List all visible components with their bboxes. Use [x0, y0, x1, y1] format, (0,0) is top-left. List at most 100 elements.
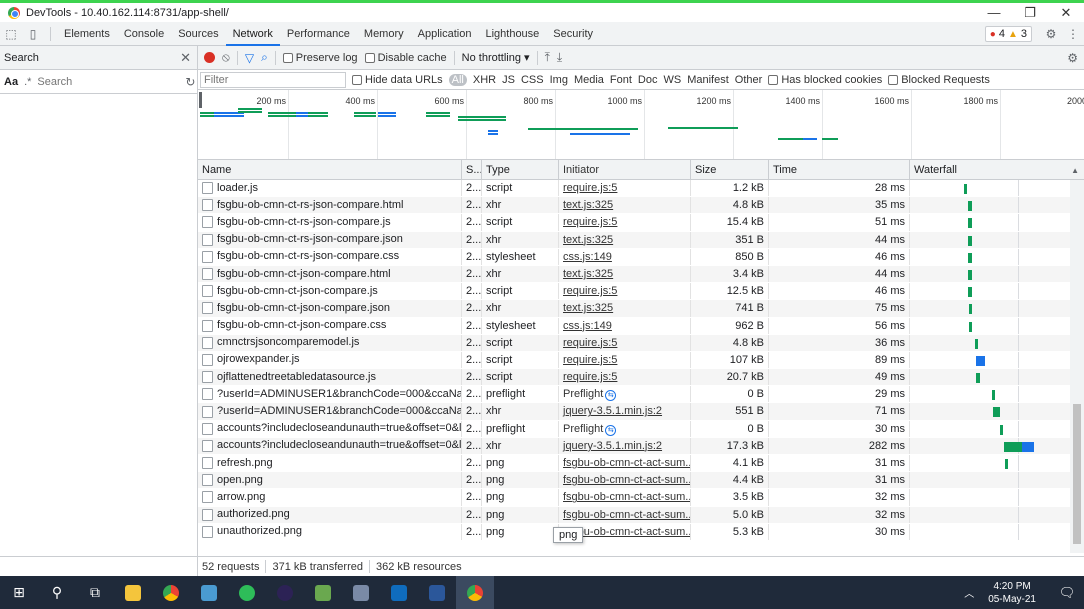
- regex-toggle[interactable]: .*: [24, 76, 31, 88]
- request-name-cell[interactable]: refresh.png: [198, 455, 462, 472]
- hide-data-urls-checkbox[interactable]: Hide data URLs: [352, 74, 443, 86]
- tab-sources[interactable]: Sources: [171, 22, 225, 46]
- filter-input[interactable]: [200, 71, 346, 88]
- request-name-cell[interactable]: fsgbu-ob-cmn-ct-rs-json-compare.json: [198, 231, 462, 248]
- column-status[interactable]: S...: [462, 160, 482, 179]
- column-initiator[interactable]: Initiator: [559, 160, 691, 179]
- table-row[interactable]: open.png 2... png fsgbu-ob-cmn-ct-act-sum..…: [198, 472, 1084, 490]
- tab-network[interactable]: Network: [225, 22, 280, 46]
- table-row[interactable]: fsgbu-ob-cmn-ct-json-compare.css 2... styl…: [198, 317, 1084, 335]
- maximize-button[interactable]: ❐: [1012, 3, 1048, 22]
- app-icon[interactable]: [342, 576, 380, 609]
- tab-lighthouse[interactable]: Lighthouse: [478, 22, 546, 46]
- initiator-link[interactable]: require.js:5: [563, 285, 617, 297]
- request-name-cell[interactable]: fsgbu-ob-cmn-ct-json-compare.html: [198, 265, 462, 283]
- match-case-toggle[interactable]: Aa: [4, 76, 18, 88]
- eclipse-icon[interactable]: [266, 576, 304, 609]
- column-waterfall[interactable]: Waterfall: [910, 160, 1080, 179]
- request-name-cell[interactable]: fsgbu-ob-cmn-ct-json-compare.js: [198, 283, 462, 300]
- initiator-link[interactable]: require.js:5: [563, 216, 617, 228]
- throttling-select[interactable]: No throttling ▾: [462, 51, 530, 64]
- table-row[interactable]: loader.js 2... script require.js:5 1.2 kB 28 …: [198, 180, 1084, 198]
- request-initiator[interactable]: text.js:325: [559, 300, 691, 317]
- request-initiator[interactable]: require.js:5: [559, 214, 691, 231]
- request-name-cell[interactable]: fsgbu-ob-cmn-ct-json-compare.json: [198, 300, 462, 317]
- request-initiator[interactable]: Preflight ⇆: [559, 386, 691, 403]
- request-name-cell[interactable]: accounts?includecloseandunauth=true&offs…: [198, 420, 462, 437]
- search-icon[interactable]: ⚲: [38, 576, 76, 609]
- preflight-icon[interactable]: ⇆: [605, 424, 617, 436]
- table-row[interactable]: ?userId=ADMINUSER1&branchCode=000&ccaNam…: [198, 403, 1084, 421]
- initiator-link[interactable]: Preflight: [563, 388, 603, 400]
- outlook-icon[interactable]: [380, 576, 418, 609]
- request-name-cell[interactable]: fsgbu-ob-cmn-ct-rs-json-compare.js: [198, 214, 462, 231]
- initiator-link[interactable]: fsgbu-ob-cmn-ct-act-sum...: [563, 491, 690, 503]
- initiator-link[interactable]: jquery-3.5.1.min.js:2: [563, 405, 662, 417]
- table-row[interactable]: accounts?includecloseandunauth=true&offs…: [198, 437, 1084, 455]
- request-initiator[interactable]: jquery-3.5.1.min.js:2: [559, 403, 691, 420]
- request-name-cell[interactable]: ?userId=ADMINUSER1&branchCode=000&ccaNam…: [198, 386, 462, 403]
- windows-start-icon[interactable]: ⊞: [0, 576, 38, 609]
- request-initiator[interactable]: require.js:5: [559, 369, 691, 386]
- refresh-icon[interactable]: ↻: [185, 75, 195, 89]
- request-initiator[interactable]: require.js:5: [559, 334, 691, 351]
- request-name-cell[interactable]: arrow.png: [198, 489, 462, 506]
- initiator-link[interactable]: require.js:5: [563, 182, 617, 194]
- request-initiator[interactable]: text.js:325: [559, 197, 691, 214]
- device-toolbar-icon[interactable]: ▯: [22, 27, 44, 41]
- filter-type-media[interactable]: Media: [574, 74, 604, 86]
- request-initiator[interactable]: require.js:5: [559, 283, 691, 300]
- search-icon[interactable]: ⌕: [261, 50, 268, 65]
- app-icon[interactable]: [190, 576, 228, 609]
- request-name-cell[interactable]: accounts?includecloseandunauth=true&offs…: [198, 437, 462, 454]
- notification-icon[interactable]: 🗨: [1050, 585, 1084, 601]
- request-name-cell[interactable]: loader.js: [198, 180, 462, 197]
- table-row[interactable]: fsgbu-ob-cmn-ct-rs-json-compare.html 2...…: [198, 197, 1084, 215]
- app-icon[interactable]: [228, 576, 266, 609]
- initiator-link[interactable]: text.js:325: [563, 302, 613, 314]
- table-row[interactable]: fsgbu-ob-cmn-ct-rs-json-compare.json 2...…: [198, 231, 1084, 249]
- initiator-link[interactable]: require.js:5: [563, 354, 617, 366]
- table-row[interactable]: arrow.png 2... png fsgbu-ob-cmn-ct-act-sum.…: [198, 489, 1084, 507]
- table-row[interactable]: fsgbu-ob-cmn-ct-rs-json-compare.js 2... sc…: [198, 214, 1084, 232]
- table-row[interactable]: unauthorized.png 2... png fsgbu-ob-cmn-ct-a…: [198, 523, 1084, 541]
- scrollbar-thumb[interactable]: [1073, 404, 1081, 544]
- column-size[interactable]: Size: [691, 160, 769, 179]
- table-row[interactable]: fsgbu-ob-cmn-ct-json-compare.html 2... xhr…: [198, 265, 1084, 284]
- filter-type-all[interactable]: All: [448, 73, 467, 86]
- request-initiator[interactable]: require.js:5: [559, 180, 691, 197]
- request-initiator[interactable]: fsgbu-ob-cmn-ct-act-sum...: [559, 506, 691, 523]
- close-icon[interactable]: ✕: [180, 50, 191, 66]
- filter-icon[interactable]: ▽: [245, 51, 254, 65]
- initiator-link[interactable]: fsgbu-ob-cmn-ct-act-sum...: [563, 509, 690, 521]
- request-name-cell[interactable]: unauthorized.png: [198, 523, 462, 540]
- request-initiator[interactable]: fsgbu-ob-cmn-ct-act-sum...: [559, 455, 691, 472]
- tab-elements[interactable]: Elements: [57, 22, 117, 46]
- blocked-requests-checkbox[interactable]: Blocked Requests: [888, 74, 990, 86]
- table-row[interactable]: ojrowexpander.js 2... script require.js:5 10…: [198, 351, 1084, 370]
- checkbox-box[interactable]: [768, 74, 779, 85]
- initiator-link[interactable]: text.js:325: [563, 234, 613, 246]
- filter-type-doc[interactable]: Doc: [638, 74, 658, 86]
- column-type[interactable]: Type: [482, 160, 559, 179]
- disable-cache-checkbox[interactable]: Disable cache: [364, 52, 447, 64]
- import-har-icon[interactable]: ⤒: [545, 50, 550, 65]
- vertical-scrollbar[interactable]: [1070, 180, 1084, 553]
- task-view-icon[interactable]: ⧉: [76, 576, 114, 609]
- checkbox-box[interactable]: [364, 52, 375, 63]
- request-name-cell[interactable]: authorized.png: [198, 506, 462, 523]
- has-blocked-cookies-checkbox[interactable]: Has blocked cookies: [768, 74, 882, 86]
- checkbox-box[interactable]: [282, 52, 293, 63]
- table-row[interactable]: refresh.png 2... png fsgbu-ob-cmn-ct-act-su…: [198, 455, 1084, 473]
- table-row[interactable]: fsgbu-ob-cmn-ct-rs-json-compare.css 2... s…: [198, 248, 1084, 266]
- initiator-link[interactable]: require.js:5: [563, 337, 617, 349]
- column-time[interactable]: Time: [769, 160, 910, 179]
- overview-selection-handle[interactable]: [199, 92, 202, 108]
- filter-type-ws[interactable]: WS: [663, 74, 681, 86]
- file-explorer-icon[interactable]: [114, 576, 152, 609]
- checkbox-box[interactable]: [888, 74, 899, 85]
- sort-up-icon[interactable]: ▲: [1071, 166, 1079, 175]
- preflight-icon[interactable]: ⇆: [605, 390, 617, 402]
- filter-type-js[interactable]: JS: [502, 74, 515, 86]
- tab-application[interactable]: Application: [411, 22, 479, 46]
